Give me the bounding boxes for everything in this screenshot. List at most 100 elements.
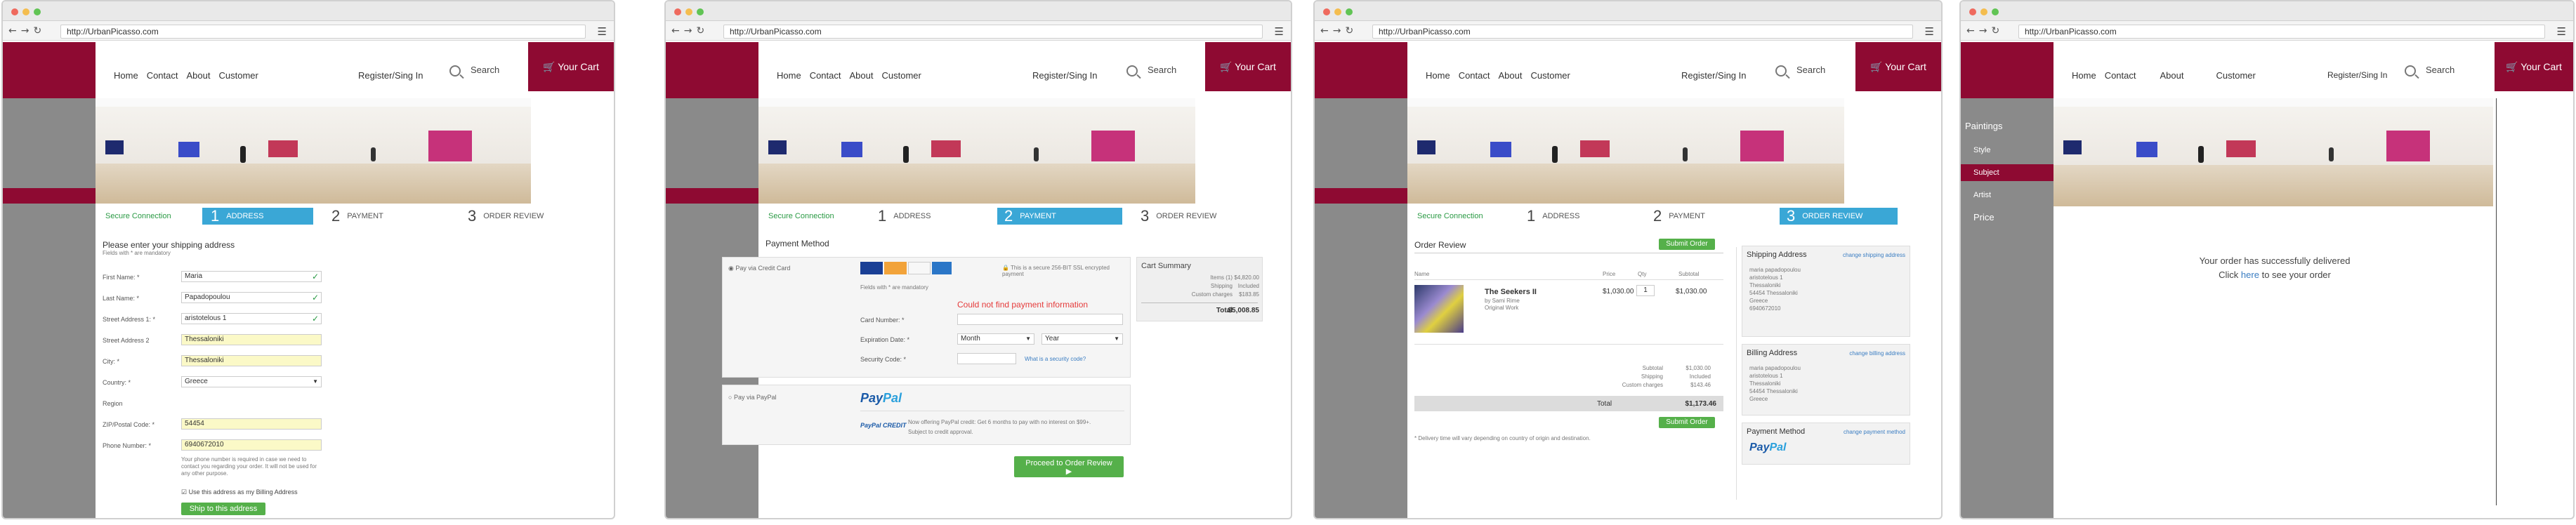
nav-arrows-icon[interactable]: ←→↻ [8, 25, 46, 36]
search-control[interactable]: Search [449, 65, 499, 77]
security-help-link[interactable]: What is a security code? [1025, 356, 1086, 362]
url-bar[interactable]: http://UrbanPicasso.com [60, 25, 586, 39]
proceed-button[interactable]: Proceed to Order Review ▶ [1014, 456, 1124, 477]
register-link[interactable]: Register/Sing In [358, 70, 423, 81]
country-select[interactable]: Greece ▼ [181, 376, 322, 387]
maximize-dot-icon[interactable] [34, 8, 41, 15]
last-name-input[interactable]: Papadopoulou [181, 292, 322, 303]
nav-home[interactable]: Home [2072, 70, 2096, 81]
nav-customer[interactable]: Customer [1530, 70, 1570, 81]
close-dot-icon[interactable] [674, 8, 681, 15]
zip-input[interactable]: 54454 [181, 418, 322, 430]
category-subject[interactable]: Subject [1973, 168, 1999, 177]
credit-radio[interactable]: ◉ Pay via Credit Card [728, 265, 790, 272]
nav-about[interactable]: About [187, 70, 211, 81]
paypal-box: ○ Pay via PayPal PayPal PayPal CREDIT No… [722, 385, 1131, 445]
category-price[interactable]: Price [1973, 212, 1995, 222]
paypal-radio[interactable]: ○ Pay via PayPal [728, 394, 776, 401]
security-input[interactable] [957, 353, 1016, 364]
category-style[interactable]: Style [1973, 146, 1990, 154]
category-paintings[interactable]: Paintings [1965, 121, 2002, 131]
minimize-dot-icon[interactable] [685, 8, 692, 15]
search-control[interactable]: Search [1126, 65, 1176, 77]
cart-button[interactable]: 🛒 Your Cart [2495, 42, 2573, 91]
close-dot-icon[interactable] [11, 8, 18, 15]
see-order-text: to see your order [2261, 270, 2331, 280]
item-title[interactable]: The Seekers II [1485, 288, 1537, 296]
search-control[interactable]: Search [1775, 65, 1825, 77]
register-link[interactable]: Register/Sing In [2327, 70, 2387, 80]
url-bar[interactable]: http://UrbanPicasso.com [2018, 25, 2545, 39]
nav-contact[interactable]: Contact [2105, 70, 2136, 81]
card-number-input[interactable] [957, 314, 1123, 325]
maximize-dot-icon[interactable] [1992, 8, 1999, 15]
step-address[interactable]: 1 ADDRESS [878, 208, 983, 225]
nav-contact[interactable]: Contact [810, 70, 841, 81]
paypal-credit-text: Now offering PayPal credit: Get 6 months… [908, 419, 1091, 425]
change-shipping-link[interactable]: change shipping address [1843, 252, 1905, 258]
phone-input[interactable]: 6940672010 [181, 439, 322, 451]
nav-home[interactable]: Home [114, 70, 138, 81]
submit-order-bottom[interactable]: Submit Order [1659, 417, 1715, 428]
hamburger-menu-icon[interactable]: ☰ [2557, 25, 2566, 38]
cart-button[interactable]: 🛒 Your Cart [1205, 42, 1291, 91]
step-payment[interactable]: 2 PAYMENT [997, 208, 1122, 225]
nav-arrows-icon[interactable]: ←→↻ [1320, 25, 1358, 36]
maximize-dot-icon[interactable] [697, 8, 704, 15]
register-link[interactable]: Register/Sing In [1681, 70, 1747, 81]
step-address[interactable]: 1 ADDRESS [202, 208, 313, 225]
nav-customer[interactable]: Customer [218, 70, 258, 81]
nav-about[interactable]: About [2160, 70, 2184, 81]
nav-home[interactable]: Home [1426, 70, 1450, 81]
month-select[interactable]: Month ▼ [957, 333, 1034, 345]
nav-contact[interactable]: Contact [1459, 70, 1490, 81]
paypal-logo-icon: PayPal [860, 391, 902, 406]
nav-customer[interactable]: Customer [2216, 70, 2255, 81]
search-control[interactable]: Search [2405, 65, 2455, 77]
step-order-review[interactable]: 3 ORDER REVIEW [1141, 208, 1260, 225]
ship-button[interactable]: Ship to this address [181, 503, 265, 515]
billing-checkbox[interactable]: ☑ Use this address as my Billing Address [181, 489, 298, 496]
street2-input[interactable]: Thessaloniki [181, 334, 322, 345]
nav-about[interactable]: About [1499, 70, 1523, 81]
submit-order-top[interactable]: Submit Order [1659, 239, 1715, 250]
change-billing-link[interactable]: change billing address [1849, 350, 1905, 357]
nav-arrows-icon[interactable]: ←→↻ [671, 25, 709, 36]
first-name-input[interactable]: Maria [181, 271, 322, 282]
maximize-dot-icon[interactable] [1346, 8, 1353, 15]
billing-address-lines: maria papadopoulou aristotelous 1 Thessalo… [1749, 365, 1801, 402]
url-bar[interactable]: http://UrbanPicasso.com [723, 25, 1263, 39]
artwork-thumbnail[interactable] [1414, 285, 1464, 333]
change-payment-link[interactable]: change payment method [1844, 429, 1905, 435]
step-order-review[interactable]: 3 ORDER REVIEW [468, 208, 587, 225]
cart-button[interactable]: 🛒 Your Cart [1855, 42, 1941, 91]
see-order-link[interactable]: here [2241, 270, 2259, 280]
step-payment[interactable]: 2 PAYMENT [1653, 208, 1759, 225]
nav-contact[interactable]: Contact [147, 70, 178, 81]
step-address[interactable]: 1 ADDRESS [1527, 208, 1632, 225]
close-dot-icon[interactable] [1323, 8, 1330, 15]
qty-input[interactable]: 1 [1636, 285, 1655, 296]
hamburger-menu-icon[interactable]: ☰ [1275, 25, 1284, 38]
cart-button[interactable]: 🛒 Your Cart [528, 42, 614, 91]
nav-about[interactable]: About [850, 70, 874, 81]
url-bar[interactable]: http://UrbanPicasso.com [1372, 25, 1913, 39]
hamburger-menu-icon[interactable]: ☰ [598, 25, 607, 38]
step-order-review[interactable]: 3 ORDER REVIEW [1780, 208, 1898, 225]
hamburger-menu-icon[interactable]: ☰ [1925, 25, 1934, 38]
step-payment[interactable]: 2 PAYMENT [331, 208, 451, 225]
city-input[interactable]: Thessaloniki [181, 355, 322, 366]
close-dot-icon[interactable] [1969, 8, 1976, 15]
year-select[interactable]: Year ▼ [1041, 333, 1123, 345]
minimize-dot-icon[interactable] [1980, 8, 1987, 15]
security-label: Security Code: * [860, 356, 907, 363]
register-link[interactable]: Register/Sing In [1032, 70, 1098, 81]
nav-arrows-icon[interactable]: ←→↻ [1966, 25, 2004, 36]
street1-input[interactable]: aristotelous 1 [181, 313, 322, 324]
minimize-dot-icon[interactable] [1334, 8, 1341, 15]
nav-customer[interactable]: Customer [881, 70, 921, 81]
nav-home[interactable]: Home [777, 70, 801, 81]
col-name: Name [1414, 271, 1430, 277]
category-artist[interactable]: Artist [1973, 191, 1991, 199]
minimize-dot-icon[interactable] [22, 8, 29, 15]
